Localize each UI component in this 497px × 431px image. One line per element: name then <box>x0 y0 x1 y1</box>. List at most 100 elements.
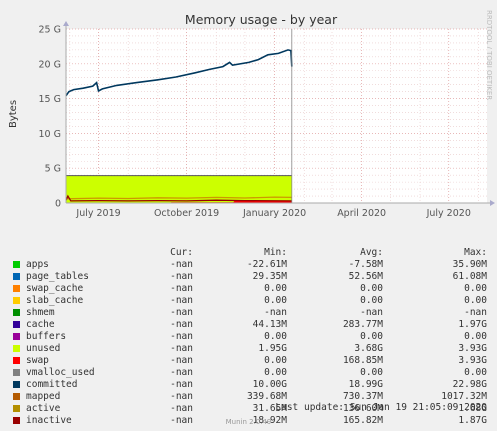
legend-row-swap-cache: swap_cache -nan 0.00 0.00 0.00 <box>0 283 497 295</box>
x-tick-label: July 2019 <box>75 208 120 219</box>
x-tick-label: April 2020 <box>337 208 386 219</box>
legend-swatch <box>13 381 20 388</box>
legend-cur-value: -nan <box>170 307 193 318</box>
legend-swatch <box>13 297 20 304</box>
legend-avg-value: 52.56M <box>348 271 383 282</box>
legend-min-value: 10.00G <box>252 379 287 390</box>
legend-swatch <box>13 273 20 280</box>
legend-swatch <box>13 345 20 352</box>
legend-avg-value: 18.99G <box>348 379 383 390</box>
header-avg: Avg: <box>360 247 383 258</box>
legend: Cur: Min: Avg: Max: apps -nan -22.61M -7.58… <box>0 247 497 427</box>
legend-label: swap <box>26 355 49 366</box>
last-update: Last update: Sun Jan 19 21:05:09 2020 <box>275 402 487 413</box>
legend-avg-value: 0.00 <box>360 331 383 342</box>
legend-row-buffers: buffers -nan 0.00 0.00 0.00 <box>0 331 497 343</box>
legend-row-vmalloc-used: vmalloc_used -nan 0.00 0.00 0.00 <box>0 367 497 379</box>
legend-max-value: 61.08M <box>452 271 487 282</box>
legend-min-value: 0.00 <box>264 331 287 342</box>
x-tick-label: October 2019 <box>154 208 219 219</box>
legend-row-cache: cache -nan 44.13M 283.77M 1.97G <box>0 319 497 331</box>
chart-title: Memory usage - by year <box>185 12 338 27</box>
legend-row-shmem: shmem -nan -nan -nan -nan <box>0 307 497 319</box>
legend-max-value: 0.00 <box>464 283 487 294</box>
series-unused-area <box>66 175 292 203</box>
legend-min-value: 1.95G <box>258 343 287 354</box>
legend-min-value: -22.61M <box>246 259 287 270</box>
legend-max-value: 22.98G <box>452 379 487 390</box>
legend-max-value: 0.00 <box>464 295 487 306</box>
legend-row-apps: apps -nan -22.61M -7.58M 35.90M <box>0 259 497 271</box>
legend-label: vmalloc_used <box>26 367 95 378</box>
legend-swatch <box>13 357 20 364</box>
legend-avg-value: 283.77M <box>342 319 383 330</box>
legend-max-value: 3.93G <box>458 355 487 366</box>
legend-label: mapped <box>26 391 61 402</box>
legend-cur-value: -nan <box>170 283 193 294</box>
legend-avg-value: 730.37M <box>342 391 383 402</box>
legend-cur-value: -nan <box>170 403 193 414</box>
y-tick-label: 20 G <box>39 59 61 70</box>
header-min: Min: <box>264 247 287 258</box>
legend-swatch <box>13 405 20 412</box>
legend-min-value: 0.00 <box>264 295 287 306</box>
legend-max-value: 1.97G <box>458 319 487 330</box>
legend-header: Cur: Min: Avg: Max: <box>0 247 497 259</box>
legend-cur-value: -nan <box>170 271 193 282</box>
legend-label: committed <box>26 379 78 390</box>
legend-cur-value: -nan <box>170 319 193 330</box>
legend-avg-value: -nan <box>360 307 383 318</box>
legend-label: unused <box>26 343 61 354</box>
legend-swatch <box>13 285 20 292</box>
y-tick-label: 15 G <box>39 94 61 105</box>
y-tick-label: 25 G <box>39 25 61 36</box>
legend-min-value: -nan <box>264 307 287 318</box>
legend-swatch <box>13 393 20 400</box>
legend-max-value: 1017.32M <box>441 391 487 402</box>
header-cur: Cur: <box>170 247 193 258</box>
legend-label: slab_cache <box>26 295 84 306</box>
legend-max-value: 3.93G <box>458 343 487 354</box>
y-axis-arrow <box>63 21 69 26</box>
y-tick-label: 5 G <box>45 164 61 175</box>
legend-cur-value: -nan <box>170 343 193 354</box>
y-tick-label: 10 G <box>39 129 61 140</box>
legend-swatch <box>13 321 20 328</box>
legend-swatch <box>13 333 20 340</box>
legend-max-value: 0.00 <box>464 331 487 342</box>
legend-row-unused: unused -nan 1.95G 3.68G 3.93G <box>0 343 497 355</box>
legend-cur-value: -nan <box>170 259 193 270</box>
legend-min-value: 0.00 <box>264 283 287 294</box>
legend-avg-value: 0.00 <box>360 283 383 294</box>
legend-swatch <box>13 369 20 376</box>
legend-cur-value: -nan <box>170 355 193 366</box>
legend-label: shmem <box>26 307 55 318</box>
legend-cur-value: -nan <box>170 295 193 306</box>
y-axis-label: Bytes <box>8 100 19 128</box>
footer-version: Munin 2.0.49 <box>225 418 272 426</box>
header-max: Max: <box>464 247 487 258</box>
legend-label: buffers <box>26 331 67 342</box>
legend-avg-value: 3.68G <box>354 343 383 354</box>
legend-min-value: 0.00 <box>264 355 287 366</box>
legend-avg-value: 0.00 <box>360 295 383 306</box>
legend-label: cache <box>26 319 55 330</box>
legend-min-value: 0.00 <box>264 367 287 378</box>
legend-min-value: 44.13M <box>252 319 287 330</box>
legend-cur-value: -nan <box>170 331 193 342</box>
legend-row-slab-cache: slab_cache -nan 0.00 0.00 0.00 <box>0 295 497 307</box>
legend-row-swap: swap -nan 0.00 168.85M 3.93G <box>0 355 497 367</box>
legend-label: active <box>26 403 61 414</box>
legend-label: apps <box>26 259 49 270</box>
x-axis-arrow <box>490 200 495 206</box>
y-tick-label: 0 <box>55 199 61 210</box>
x-tick-label: January 2020 <box>242 208 306 219</box>
legend-max-value: 0.00 <box>464 367 487 378</box>
legend-min-value: 339.68M <box>246 391 287 402</box>
legend-max-value: -nan <box>464 307 487 318</box>
legend-cur-value: -nan <box>170 379 193 390</box>
memory-chart: Memory usage - by year Bytes RRDTOOL / T… <box>8 10 495 219</box>
legend-row-committed: committed -nan 10.00G 18.99G 22.98G <box>0 379 497 391</box>
legend-swatch <box>13 309 20 316</box>
legend-max-value: 35.90M <box>452 259 487 270</box>
